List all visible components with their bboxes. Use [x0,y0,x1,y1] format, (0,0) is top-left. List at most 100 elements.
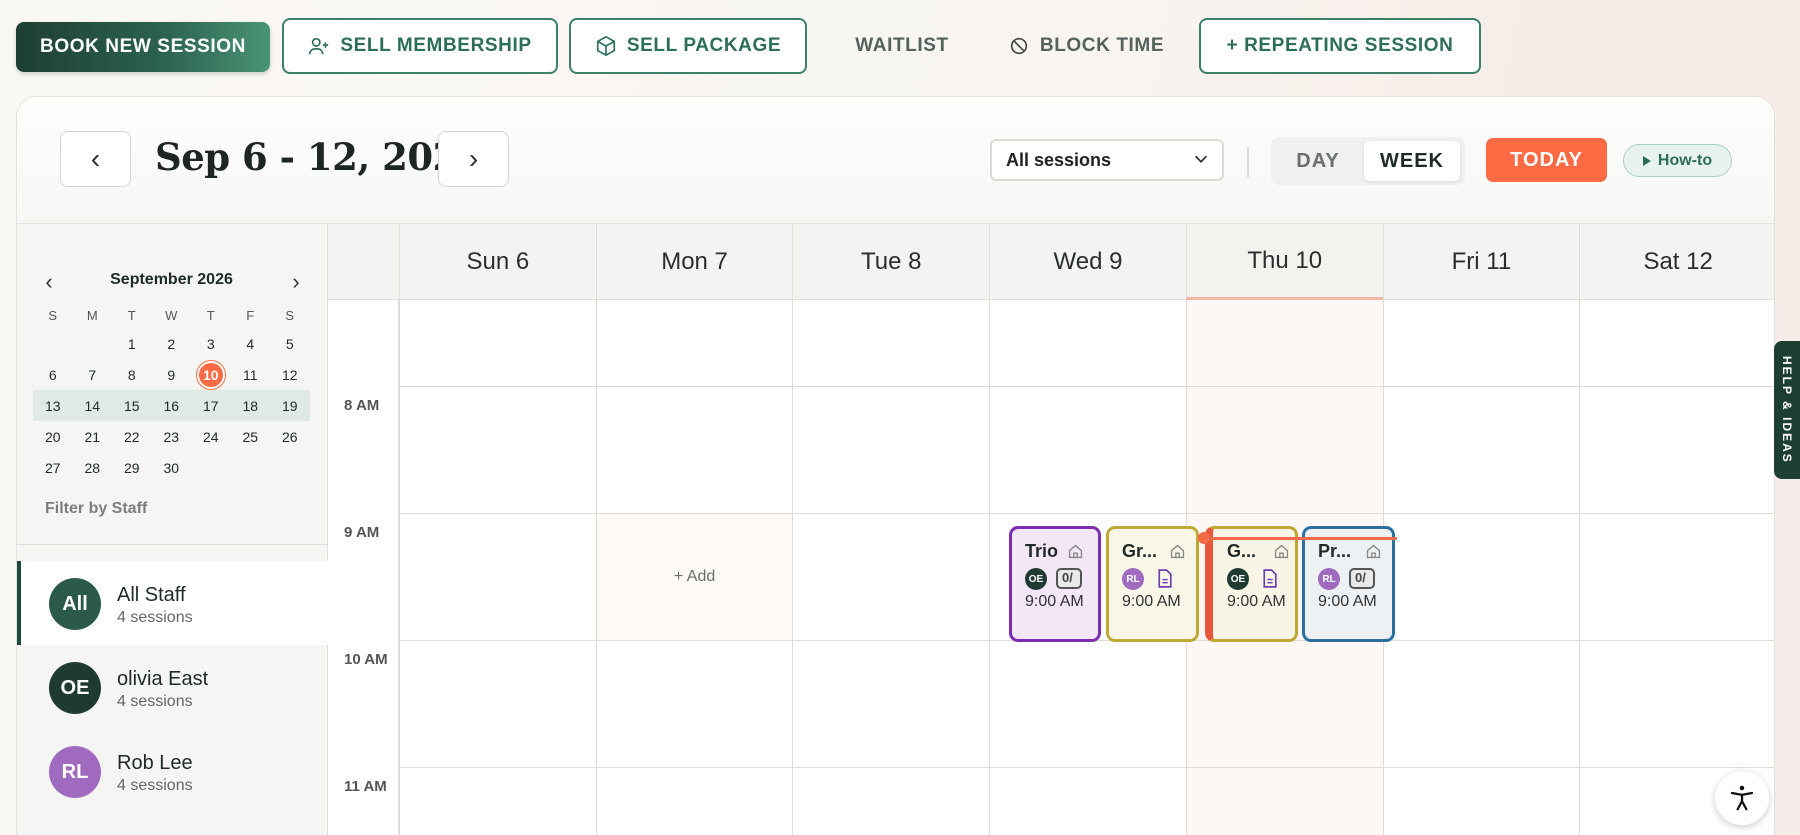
how-to-button[interactable]: How-to [1623,144,1732,177]
staff-avatar: RL [49,746,101,798]
session-staff-avatar: RL [1318,568,1340,590]
mini-calendar-day[interactable]: 7 [73,359,113,390]
mini-calendar-day[interactable]: 11 [231,359,271,390]
mini-calendar-day[interactable]: 23 [152,421,192,452]
mini-calendar-day[interactable]: 20 [33,421,73,452]
book-new-session-button[interactable]: BOOK NEW SESSION [16,22,270,72]
mini-calendar-day[interactable]: 25 [231,421,271,452]
home-location-icon [1068,544,1083,559]
mini-calendar-day[interactable]: 15 [112,390,152,421]
help-ideas-tab[interactable]: HELP & IDEAS [1774,341,1800,479]
session-event[interactable]: Gr... RL 9:00 AM [1106,526,1199,642]
block-time-label: BLOCK TIME [1039,35,1165,56]
waitlist-button[interactable]: WAITLIST [837,18,967,74]
session-event[interactable]: G... OE 9:00 AM [1205,526,1298,642]
session-event[interactable]: Pr... RL 0/9:00 AM [1302,526,1395,642]
filter-by-staff-label: Filter by Staff [45,500,148,517]
session-title: Pr... [1318,541,1352,561]
mini-calendar-day[interactable]: 6 [33,359,73,390]
mini-calendar-next-button[interactable]: › [286,269,306,295]
mini-calendar-day[interactable]: 29 [112,452,152,483]
mini-calendar-day[interactable]: 22 [112,421,152,452]
session-event[interactable]: Trio OE 0/9:00 AM [1009,526,1101,642]
mini-calendar-day[interactable]: 24 [191,421,231,452]
mini-calendar-day[interactable]: 30 [152,452,192,483]
mini-calendar-today-marker: 10 [196,360,225,389]
add-session-cell[interactable]: + Add [596,514,793,640]
mini-calendar-day[interactable]: 28 [73,452,113,483]
calendar-card: ‹ Sep 6 - 12, 2026 › All sessions DAY WE… [16,96,1775,835]
mini-calendar-day[interactable]: 17 [191,390,231,421]
user-plus-icon [309,37,329,55]
day-column[interactable] [792,300,989,835]
left-panel: ‹ September 2026 › S M T W T F S 1 2 3 4 5 6 7 8 9 10 11 1… [17,224,328,835]
staff-avatar: All [49,578,101,630]
mini-calendar-day[interactable]: 27 [33,452,73,483]
mini-calendar-day[interactable]: 2 [152,328,192,359]
staff-item[interactable]: RL Rob Lee 4 sessions [17,729,328,813]
block-time-button[interactable]: BLOCK TIME [1001,18,1171,74]
staff-list: All All Staff 4 sessions OE olivia East 4 ses… [17,561,328,813]
chevron-down-icon [1194,155,1208,163]
today-button[interactable]: TODAY [1486,138,1607,182]
mini-calendar-day[interactable]: 3 [191,328,231,359]
sell-membership-button[interactable]: SELL MEMBERSHIP [282,18,558,74]
staff-item[interactable]: All All Staff 4 sessions [17,561,328,645]
session-capacity-badge: 0/ [1349,568,1375,589]
next-week-button[interactable]: › [438,131,509,187]
mini-calendar-day[interactable]: 10 [191,359,231,390]
staff-name: olivia East [117,668,209,690]
mini-calendar-day[interactable]: 1 [112,328,152,359]
repeating-session-button[interactable]: + REPEATING SESSION [1199,18,1481,74]
mini-calendar-day[interactable]: 9 [152,359,192,390]
mini-calendar-day[interactable]: 13 [33,390,73,421]
staff-item[interactable]: OE olivia East 4 sessions [17,645,328,729]
mini-calendar-empty [73,328,113,359]
mini-calendar: ‹ September 2026 › S M T W T F S 1 2 3 4 5 6 7 8 9 10 11 1… [33,268,310,483]
mini-calendar-week-row: 13 14 15 16 17 18 19 [33,390,310,421]
mini-calendar-weekday: F [246,307,255,323]
session-filter-value: All sessions [1006,149,1112,170]
day-header[interactable]: Mon 7 [595,224,793,300]
mini-calendar-day[interactable]: 19 [270,390,310,421]
day-column[interactable] [1382,300,1580,835]
document-icon [1158,569,1172,588]
mini-calendar-day[interactable]: 12 [270,359,310,390]
mini-calendar-weekday: T [127,307,136,323]
day-header[interactable]: Sun 6 [399,224,596,300]
previous-week-button[interactable]: ‹ [60,131,131,187]
accessibility-button[interactable] [1715,771,1769,825]
mini-calendar-day[interactable]: 21 [73,421,113,452]
day-column[interactable] [399,300,596,835]
day-header[interactable]: Thu 10 [1185,224,1383,300]
mini-calendar-week-row: 6 7 8 9 10 11 12 [33,359,310,390]
session-staff-avatar: OE [1025,568,1047,590]
day-header[interactable]: Tue 8 [792,224,989,300]
day-header[interactable]: Wed 9 [989,224,1186,300]
session-filter-select[interactable]: All sessions [990,139,1224,181]
week-view-button[interactable]: WEEK [1364,141,1460,181]
session-time: 9:00 AM [1227,593,1286,610]
sell-package-label: SELL PACKAGE [626,35,782,56]
mini-calendar-day[interactable]: 5 [270,328,310,359]
sell-package-button[interactable]: SELL PACKAGE [569,18,807,74]
day-header[interactable]: Fri 11 [1382,224,1580,300]
mini-calendar-day[interactable]: 14 [73,390,113,421]
day-view-button[interactable]: DAY [1275,141,1361,181]
document-icon [1263,569,1277,588]
header-divider [1247,147,1249,177]
day-header[interactable]: Sat 12 [1579,224,1774,300]
mini-calendar-day[interactable]: 16 [152,390,192,421]
time-label: 8 AM [344,397,380,414]
filter-divider [17,544,328,545]
mini-calendar-day[interactable]: 8 [112,359,152,390]
how-to-label: How-to [1657,151,1713,169]
mini-calendar-day[interactable]: 26 [270,421,310,452]
mini-calendar-day[interactable]: 18 [231,390,271,421]
day-column[interactable] [1579,300,1774,835]
package-box-icon [596,35,615,57]
time-column-header [328,224,399,300]
mini-calendar-day[interactable]: 4 [231,328,271,359]
block-icon [1010,37,1028,55]
time-label: 11 AM [344,778,387,795]
